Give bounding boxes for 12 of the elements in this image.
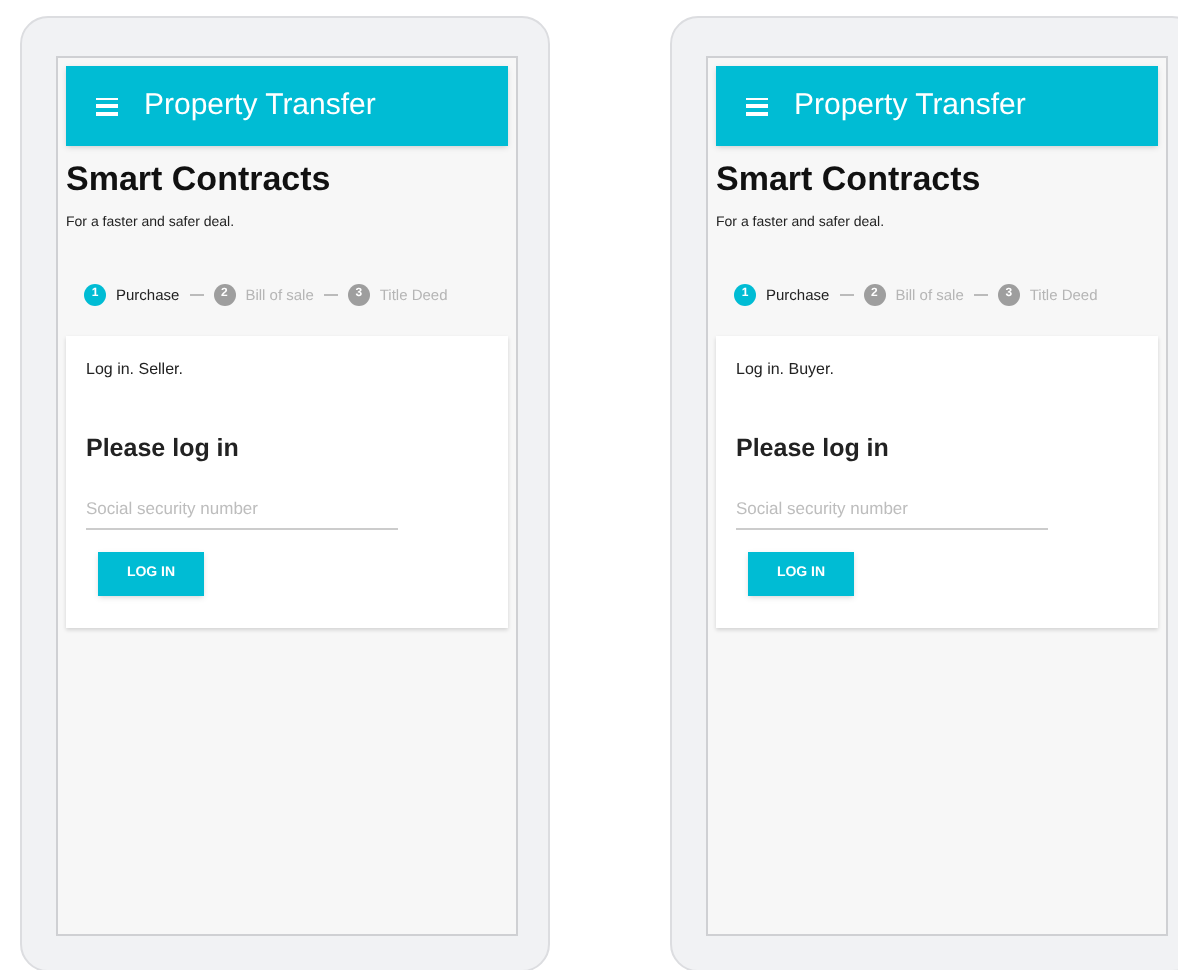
page-heading: Smart Contracts xyxy=(66,158,333,202)
ssn-field[interactable]: Social security number xyxy=(86,496,398,530)
login-heading: Please log in xyxy=(736,432,889,467)
ssn-field[interactable]: Social security number xyxy=(736,496,1048,530)
login-heading: Please log in xyxy=(86,432,239,467)
app-title: Property Transfer xyxy=(144,85,376,126)
role-text: Log in. Buyer. xyxy=(736,358,834,383)
page-heading: Smart Contracts xyxy=(716,158,983,202)
menu-icon[interactable] xyxy=(746,97,768,115)
menu-icon[interactable] xyxy=(96,97,118,115)
app-title: Property Transfer xyxy=(794,85,1026,126)
role-text: Log in. Seller. xyxy=(86,358,183,383)
